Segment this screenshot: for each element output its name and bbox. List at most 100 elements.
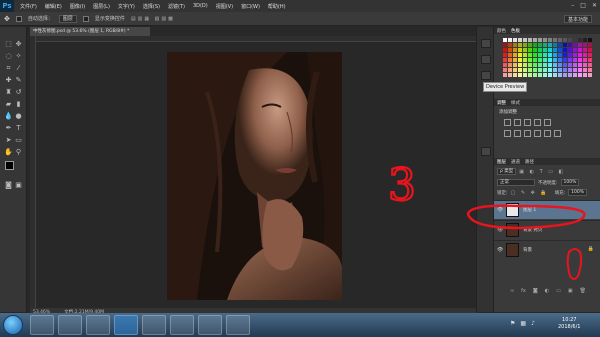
tab-styles[interactable]: 样式: [511, 100, 520, 106]
color-swatch[interactable]: [573, 53, 577, 57]
black-white-icon[interactable]: [524, 130, 531, 137]
menu-select[interactable]: 选择(S): [143, 3, 160, 10]
color-swatch[interactable]: [568, 58, 572, 62]
color-swatch[interactable]: [588, 73, 592, 77]
color-swatch[interactable]: [558, 73, 562, 77]
menu-file[interactable]: 文件(F): [20, 3, 37, 10]
color-swatch[interactable]: [553, 48, 557, 52]
menu-3d[interactable]: 3D(D): [193, 3, 208, 9]
color-swatch[interactable]: [513, 43, 517, 47]
color-swatch[interactable]: [563, 48, 567, 52]
color-swatch[interactable]: [553, 63, 557, 67]
color-swatch[interactable]: [543, 68, 547, 72]
adjustment-layer-icon[interactable]: ◐: [545, 288, 549, 294]
color-swatch[interactable]: [523, 48, 527, 52]
clone-stamp-icon[interactable]: ♜: [4, 88, 13, 97]
color-swatch[interactable]: [508, 58, 512, 62]
photo-filter-icon[interactable]: [534, 130, 541, 137]
hand-tool-icon[interactable]: ✋: [4, 148, 13, 157]
color-swatch[interactable]: [518, 58, 522, 62]
layer-filter-dropdown[interactable]: ρ 类型: [497, 168, 517, 175]
color-swatch[interactable]: [553, 38, 557, 42]
color-swatch[interactable]: [533, 53, 537, 57]
new-group-icon[interactable]: ▭: [556, 288, 561, 294]
portrait-photo[interactable]: [167, 52, 342, 300]
color-swatch[interactable]: [528, 73, 532, 77]
link-layers-icon[interactable]: ∞: [510, 288, 514, 294]
color-swatch[interactable]: [548, 38, 552, 42]
healing-brush-icon[interactable]: ✚: [4, 76, 13, 85]
color-swatch[interactable]: [533, 73, 537, 77]
color-swatch[interactable]: [583, 73, 587, 77]
tab-adjustments[interactable]: 调整: [497, 100, 506, 106]
lock-icons[interactable]: ▢ ✎ ✥ 🔒: [511, 190, 549, 196]
hue-sat-icon[interactable]: [504, 130, 511, 137]
color-swatch[interactable]: [548, 48, 552, 52]
device-preview-icon[interactable]: [481, 71, 491, 80]
color-swatch[interactable]: [503, 68, 507, 72]
color-swatch[interactable]: [508, 38, 512, 42]
color-swatch[interactable]: [588, 58, 592, 62]
color-swatch[interactable]: [573, 43, 577, 47]
menu-filter[interactable]: 滤镜(T): [168, 3, 185, 10]
color-swatch[interactable]: [513, 53, 517, 57]
close-button[interactable]: ✕: [592, 2, 597, 9]
color-swatch[interactable]: [533, 48, 537, 52]
color-swatch[interactable]: [553, 68, 557, 72]
trash-icon[interactable]: 🗑: [580, 288, 586, 294]
color-swatch[interactable]: [538, 38, 542, 42]
color-swatch[interactable]: [563, 38, 567, 42]
color-swatch[interactable]: [563, 53, 567, 57]
color-swatch[interactable]: [558, 43, 562, 47]
blur-tool-icon[interactable]: 💧: [4, 112, 13, 121]
properties-panel-icon[interactable]: [481, 147, 491, 156]
color-balance-icon[interactable]: [514, 130, 521, 137]
layer-name[interactable]: 背景: [523, 247, 532, 253]
layer-name[interactable]: 图层 1: [523, 207, 536, 213]
color-swatch[interactable]: [538, 73, 542, 77]
color-swatch[interactable]: [513, 48, 517, 52]
layer-row[interactable]: 👁 背景 🔒: [494, 240, 600, 259]
color-swatch[interactable]: [543, 43, 547, 47]
menu-type[interactable]: 文字(Y): [118, 3, 135, 10]
color-swatch[interactable]: [563, 73, 567, 77]
color-swatch[interactable]: [583, 38, 587, 42]
color-swatch[interactable]: [578, 73, 582, 77]
color-swatch[interactable]: [573, 48, 577, 52]
color-swatch[interactable]: [543, 48, 547, 52]
color-swatch[interactable]: [528, 63, 532, 67]
start-button[interactable]: [3, 315, 23, 335]
color-swatch[interactable]: [513, 58, 517, 62]
color-swatch[interactable]: [543, 58, 547, 62]
align-icons[interactable]: ▤▥▦ ▧▨▩: [131, 16, 175, 22]
color-swatch[interactable]: [523, 58, 527, 62]
color-swatch[interactable]: [578, 38, 582, 42]
color-swatch[interactable]: [568, 73, 572, 77]
blend-mode-dropdown[interactable]: 正常: [497, 179, 535, 186]
color-swatch[interactable]: [513, 73, 517, 77]
layer-name[interactable]: 背景 拷贝: [523, 227, 542, 233]
levels-icon[interactable]: [514, 119, 521, 126]
color-swatch[interactable]: [553, 43, 557, 47]
color-swatch[interactable]: [508, 68, 512, 72]
color-swatch[interactable]: [508, 73, 512, 77]
color-swatch[interactable]: [568, 63, 572, 67]
auto-select-checkbox[interactable]: [15, 15, 22, 22]
shape-tool-icon[interactable]: ▭: [14, 136, 23, 145]
color-swatch[interactable]: [563, 58, 567, 62]
color-swatch[interactable]: [588, 63, 592, 67]
color-lookup-icon[interactable]: [554, 130, 561, 137]
curves-icon[interactable]: [524, 119, 531, 126]
menu-edit[interactable]: 编辑(E): [45, 3, 62, 10]
color-swatch[interactable]: [558, 58, 562, 62]
screen-mode-icon[interactable]: ▣: [14, 181, 23, 190]
fill-field[interactable]: 100%: [568, 189, 588, 196]
tab-paths[interactable]: 路径: [525, 159, 534, 165]
color-swatch[interactable]: [548, 58, 552, 62]
color-swatch[interactable]: [573, 68, 577, 72]
color-swatch[interactable]: [518, 43, 522, 47]
new-layer-icon[interactable]: ▣: [568, 288, 573, 294]
exposure-icon[interactable]: [534, 119, 541, 126]
taskbar-ie-icon[interactable]: [30, 315, 54, 335]
taskbar-explorer-icon[interactable]: [58, 315, 82, 335]
